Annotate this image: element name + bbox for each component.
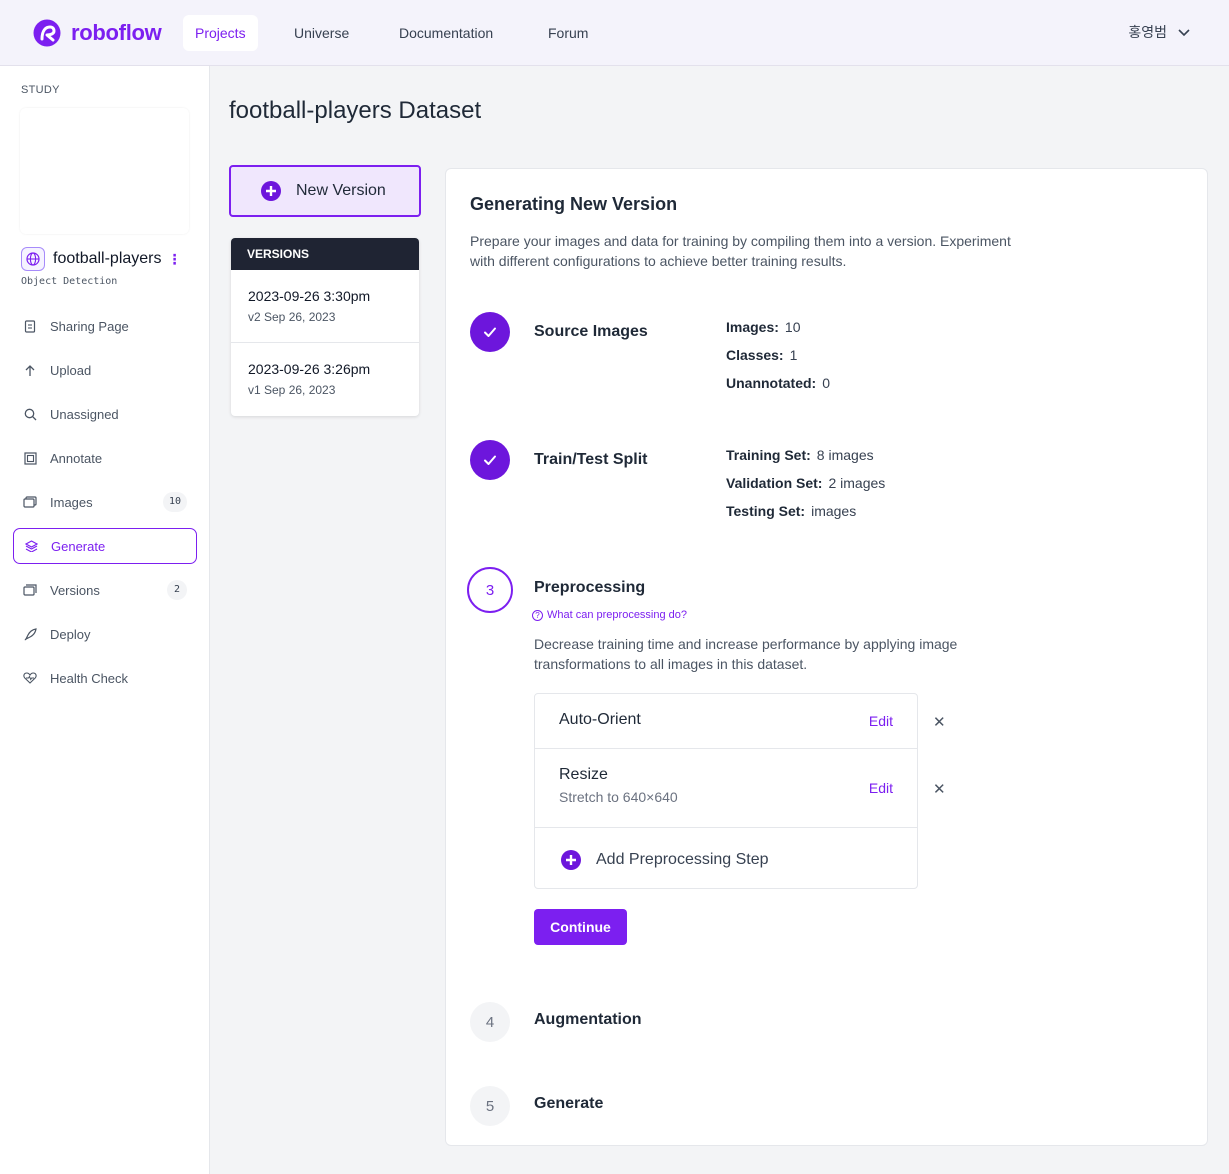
stat-classes: Classes: 1 [726,347,798,363]
search-icon [23,407,37,421]
project-type: Object Detection [21,276,118,287]
continue-button[interactable]: Continue [534,909,627,945]
arrow-up-icon [23,363,37,377]
edit-auto-orient-button[interactable]: Edit [869,713,893,729]
remove-resize-icon[interactable]: ✕ [933,780,946,798]
project-header: football-players ⋮ [21,247,182,271]
brand-name: roboflow [71,20,162,45]
step-title-augmentation: Augmentation [534,1011,642,1028]
step-title-preprocessing: Preprocessing [534,579,646,596]
user-name: 홍영범 [1128,24,1167,40]
remove-auto-orient-icon[interactable]: ✕ [933,713,946,731]
nav-tab-universe[interactable]: Universe [282,15,361,51]
kebab-menu-icon[interactable]: ⋮ [168,252,182,266]
step-title-source-images[interactable]: Source Images [534,323,648,341]
preprocessing-steps-list: Auto-Orient Edit Resize Stretch to 640×6… [534,693,918,889]
step-title-generate: Generate [534,1095,604,1112]
versions-count-badge: 2 [167,580,187,600]
new-version-label: New Version [296,182,386,199]
nav-tab-documentation[interactable]: Documentation [387,15,505,51]
workspace-label: STUDY [21,84,60,96]
panel-description: Prepare your images and data for trainin… [470,233,1011,269]
project-name[interactable]: football-players [53,250,162,268]
step-number-preprocessing: 3 [467,567,513,613]
sidebar-item-label: Generate [51,538,106,554]
stat-images: Images: 10 [726,319,801,335]
preprocessing-step-row: Resize Stretch to 640×640 Edit [535,749,917,828]
stat-validation-set: Validation Set: 2 images [726,475,886,491]
sidebar-item-upload[interactable]: Upload [13,352,197,388]
sidebar-item-deploy[interactable]: Deploy [13,616,197,652]
sidebar-item-label: Health Check [50,670,129,686]
versions-list: VERSIONS 2023-09-26 3:30pm v2 Sep 26, 20… [231,238,419,416]
page-title: football-players Dataset [229,97,482,124]
panel-title: Generating New Version [470,194,678,214]
top-navbar: roboflow Projects Universe Documentation… [0,0,1229,66]
nav-tab-projects[interactable]: Projects [183,15,258,51]
images-icon [23,495,37,509]
stat-unannotated: Unannotated: 0 [726,375,831,391]
stat-testing-set: Testing Set: images [726,503,857,519]
sidebar: STUDY football-players ⋮ Object Detectio… [0,66,210,1174]
heart-pulse-icon [23,671,37,685]
images-count-badge: 10 [162,492,187,512]
preprocessing-description: Decrease training time and increase perf… [534,636,958,672]
roboflow-logo-icon [33,19,61,47]
rocket-icon [23,627,37,641]
version-meta: v1 Sep 26, 2023 [248,383,336,397]
annotate-frame-icon [23,451,37,465]
plus-circle-icon [561,850,581,870]
step-complete-check-icon [470,440,510,480]
sidebar-item-unassigned[interactable]: Unassigned [13,396,197,432]
version-name: 2023-09-26 3:30pm [248,288,371,304]
stat-training-set: Training Set: 8 images [726,447,874,463]
plus-circle-icon [261,181,281,201]
step-title-train-test-split[interactable]: Train/Test Split [534,451,648,469]
version-name: 2023-09-26 3:26pm [248,361,371,377]
version-item[interactable]: 2023-09-26 3:26pm v1 Sep 26, 2023 [231,343,419,416]
versions-icon [23,583,37,597]
document-icon [23,319,37,333]
version-item[interactable]: 2023-09-26 3:30pm v2 Sep 26, 2023 [231,270,419,343]
sidebar-item-label: Upload [50,362,92,378]
preprocessing-step-row: Auto-Orient Edit [535,694,917,749]
generate-version-panel: Generating New Version Prepare your imag… [445,168,1208,1146]
version-meta: v2 Sep 26, 2023 [248,310,336,324]
help-link-text: What can preprocessing do? [547,609,688,621]
sidebar-item-label: Deploy [50,626,91,642]
sidebar-item-label: Unassigned [50,406,119,422]
add-preprocessing-step-button[interactable]: Add Preprocessing Step [561,850,769,870]
versions-header: VERSIONS [231,238,419,270]
layers-icon [24,539,38,553]
globe-icon [21,247,45,271]
sidebar-item-label: Sharing Page [50,318,129,334]
sidebar-item-health-check[interactable]: Health Check [13,660,197,696]
roboflow-logo[interactable]: roboflow [32,18,162,48]
project-thumbnail[interactable] [20,108,189,234]
question-circle-icon: ? [532,609,543,621]
step-complete-check-icon [470,312,510,352]
add-step-label: Add Preprocessing Step [596,851,769,868]
sidebar-item-label: Versions [50,582,100,598]
preprocessing-step-name: Auto-Orient [559,711,641,728]
new-version-button[interactable]: New Version [229,165,421,217]
step-number-generate: 5 [470,1086,510,1126]
preprocessing-help-link[interactable]: ? What can preprocessing do? [532,609,687,621]
preprocessing-step-detail: Stretch to 640×640 [559,789,678,805]
step-number-augmentation: 4 [470,1002,510,1042]
sidebar-item-label: Annotate [50,450,103,466]
sidebar-item-label: Images [50,494,93,510]
sidebar-item-annotate[interactable]: Annotate [13,440,197,476]
sidebar-item-generate[interactable]: Generate [13,528,197,564]
sidebar-item-versions[interactable]: Versions 2 [13,572,197,608]
chevron-down-icon [1178,29,1190,37]
sidebar-item-images[interactable]: Images 10 [13,484,197,520]
nav-tab-forum[interactable]: Forum [536,15,600,51]
edit-resize-button[interactable]: Edit [869,780,893,796]
preprocessing-step-name: Resize [559,766,608,783]
sidebar-item-sharing-page[interactable]: Sharing Page [13,308,197,344]
user-menu[interactable]: 홍영범 [1128,22,1191,42]
